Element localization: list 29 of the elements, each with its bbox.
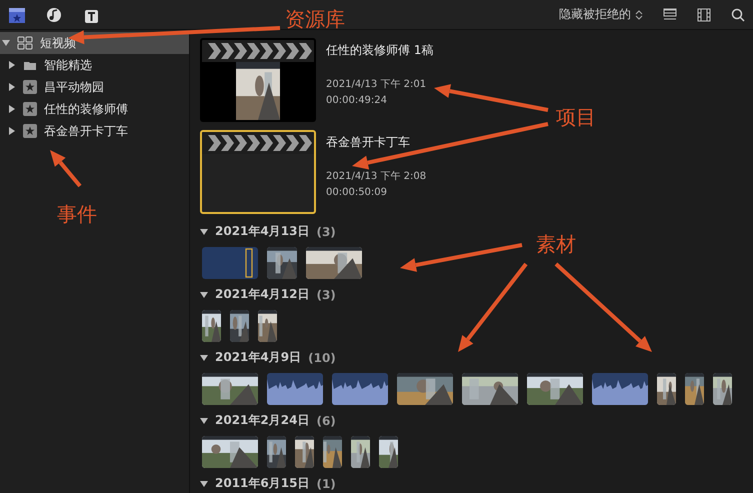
clip-count: (10) (308, 350, 336, 364)
clip-count: (3) (316, 224, 336, 238)
project-duration: 00:00:49:24 (326, 94, 388, 108)
event-row[interactable]: 任性的装修师傅 (0, 98, 189, 120)
project-title: 任性的装修师傅 1稿 (326, 42, 434, 59)
event-row[interactable]: 昌平动物园 (0, 76, 189, 98)
group-date: 2021年4月13日 (215, 223, 310, 240)
group-date: 2011年6月15日 (215, 475, 310, 492)
project-title: 吞金兽开卡丁车 (326, 134, 411, 151)
group-date: 2021年4月12日 (215, 286, 310, 303)
annotation-label: 项目 (556, 104, 596, 131)
filter-dropdown[interactable]: 隐藏被拒绝的 (559, 6, 643, 23)
clip-count: (3) (316, 288, 336, 302)
annotation-label: 素材 (536, 231, 576, 258)
event-row[interactable]: 智能精选 (0, 54, 189, 76)
event-name: 吞金兽开卡丁车 (44, 122, 128, 140)
group-date: 2021年4月9日 (215, 349, 302, 366)
clip-count: (1) (316, 476, 336, 490)
project-duration: 00:00:50:09 (326, 186, 388, 200)
group-date: 2021年2月24日 (215, 412, 310, 429)
annotation-label: 资源库 (285, 6, 345, 33)
event-name: 昌平动物园 (44, 78, 104, 96)
annotation-label: 事件 (57, 201, 97, 228)
project-date: 2021/4/13 下午 2:01 (326, 78, 428, 92)
event-name: 任性的装修师傅 (44, 100, 128, 118)
project-date: 2021/4/13 下午 2:08 (326, 170, 426, 184)
clip-count: (6) (316, 414, 336, 428)
event-row[interactable]: 吞金兽开卡丁车 (0, 120, 189, 142)
event-name: 智能精选 (44, 56, 92, 74)
